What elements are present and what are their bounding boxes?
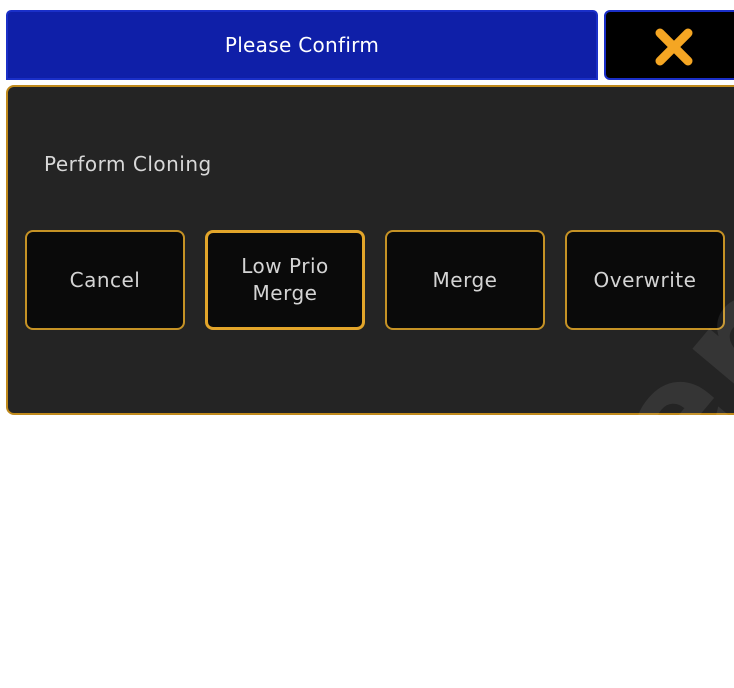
merge-button[interactable]: Merge	[385, 230, 545, 330]
overwrite-button-label: Overwrite	[593, 267, 697, 292]
dialog-title-bar: Please Confirm	[6, 10, 598, 80]
low-prio-merge-button[interactable]: Low Prio Merge	[205, 230, 365, 330]
cancel-button-label: Cancel	[69, 267, 141, 292]
close-button[interactable]	[604, 10, 734, 80]
overwrite-button[interactable]: Overwrite	[565, 230, 725, 330]
confirm-message: Perform Cloning	[44, 152, 212, 176]
low-prio-merge-button-label: Low Prio Merge	[241, 254, 329, 305]
merge-button-label: Merge	[432, 267, 498, 292]
cancel-button[interactable]: Cancel	[25, 230, 185, 330]
dialog-title: Please Confirm	[224, 33, 380, 57]
close-x-icon	[655, 28, 693, 66]
